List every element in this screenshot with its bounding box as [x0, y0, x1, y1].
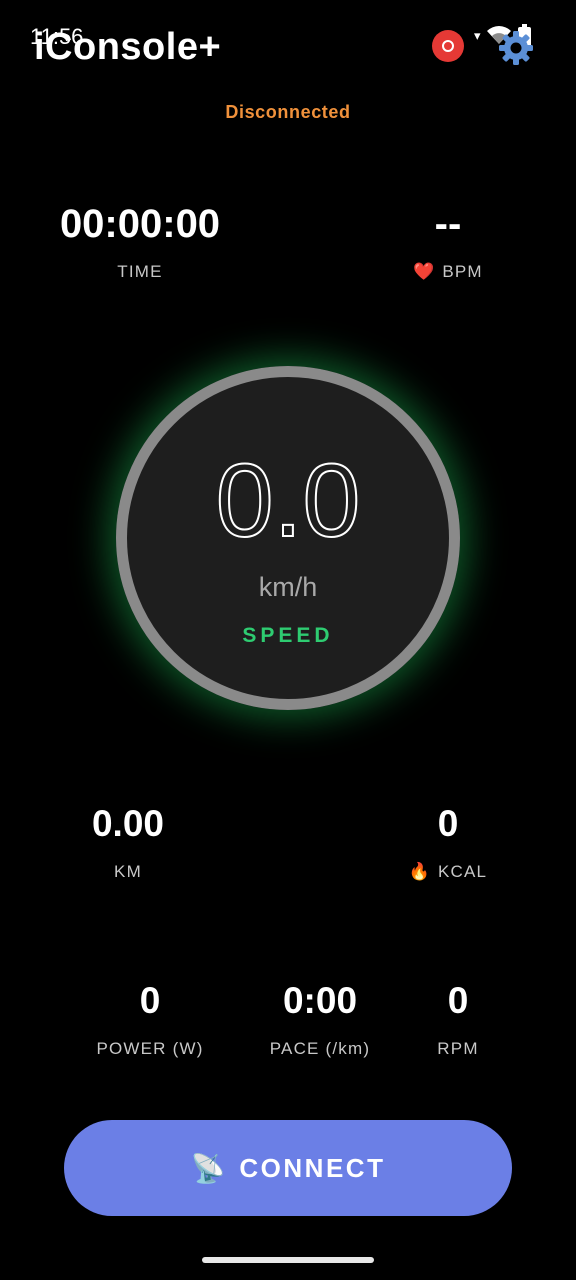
km-label: KM: [114, 862, 142, 881]
bpm-label: BPM: [442, 262, 483, 281]
signal-arrow-icon: ▾: [474, 28, 481, 43]
gear-icon[interactable]: [498, 30, 534, 66]
connection-status: Disconnected: [225, 102, 351, 122]
bpm-value: --: [434, 202, 462, 246]
home-indicator[interactable]: [202, 1257, 374, 1263]
calories-metric: 0 🔥 KCAL: [388, 800, 508, 882]
record-icon: [432, 30, 464, 62]
speed-value: 0.0: [215, 442, 362, 560]
rpm-value: 0: [447, 980, 469, 1021]
satellite-antenna-icon: 📡: [190, 1152, 226, 1184]
kcal-value: 0: [437, 803, 459, 844]
connect-button[interactable]: 📡 CONNECT: [64, 1120, 512, 1216]
time-metric: 00:00:00 TIME: [40, 200, 240, 282]
speed-unit: km/h: [258, 572, 318, 602]
power-value: 0: [139, 980, 161, 1021]
pace-value: 0:00: [282, 980, 358, 1021]
power-metric: 0 POWER (W): [80, 977, 220, 1059]
rpm-metric: 0 RPM: [408, 977, 508, 1059]
fire-icon: 🔥: [408, 862, 430, 881]
kcal-label: KCAL: [437, 862, 488, 881]
rpm-label: RPM: [437, 1039, 479, 1058]
pace-label: PACE (/km): [269, 1039, 371, 1058]
km-value: 0.00: [91, 803, 164, 844]
time-label: TIME: [117, 262, 163, 281]
pace-metric: 0:00 PACE (/km): [250, 977, 390, 1059]
heart-icon: ❤️: [413, 262, 435, 281]
speed-label: SPEED: [242, 624, 334, 647]
time-value: 00:00:00: [59, 202, 221, 246]
speed-gauge: 0.0 km/h SPEED: [116, 366, 460, 710]
heart-rate-metric: -- ❤️ BPM: [388, 200, 508, 282]
app-title: iConsole+: [34, 26, 222, 68]
power-label: POWER (W): [96, 1039, 204, 1058]
distance-metric: 0.00 KM: [48, 800, 208, 882]
connect-button-label: CONNECT: [239, 1152, 386, 1183]
